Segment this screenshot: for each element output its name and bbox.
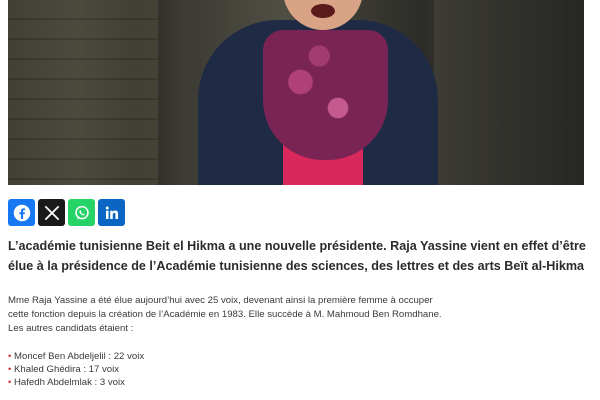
article-body: Mme Raja Yassine a été élue aujourd’hui …: [8, 295, 442, 334]
x-icon: [44, 205, 59, 220]
candidates-list: • Moncef Ben Abdeljelil : 22 voix • Khaled…: [8, 350, 308, 389]
list-item: • Khaled Ghédira : 17 voix: [8, 364, 120, 375]
facebook-share-button[interactable]: [8, 199, 35, 226]
share-bar: [8, 199, 125, 226]
linkedin-share-button[interactable]: [98, 199, 125, 226]
facebook-icon: [13, 204, 30, 221]
whatsapp-icon: [74, 205, 89, 219]
whatsapp-share-button[interactable]: [68, 199, 95, 226]
bullet-icon: •: [8, 377, 12, 388]
bullet-icon: •: [8, 364, 12, 375]
article-photo: [8, 0, 584, 185]
article-lead: L’académie tunisienne Beit el Hikma a un…: [8, 239, 586, 273]
list-item: • Hafedh Abdelmlak : 3 voix: [8, 377, 125, 388]
x-share-button[interactable]: [38, 199, 65, 226]
list-item: • Moncef Ben Abdeljelil : 22 voix: [8, 351, 145, 362]
bullet-icon: •: [8, 351, 12, 362]
linkedin-icon: [105, 206, 118, 219]
